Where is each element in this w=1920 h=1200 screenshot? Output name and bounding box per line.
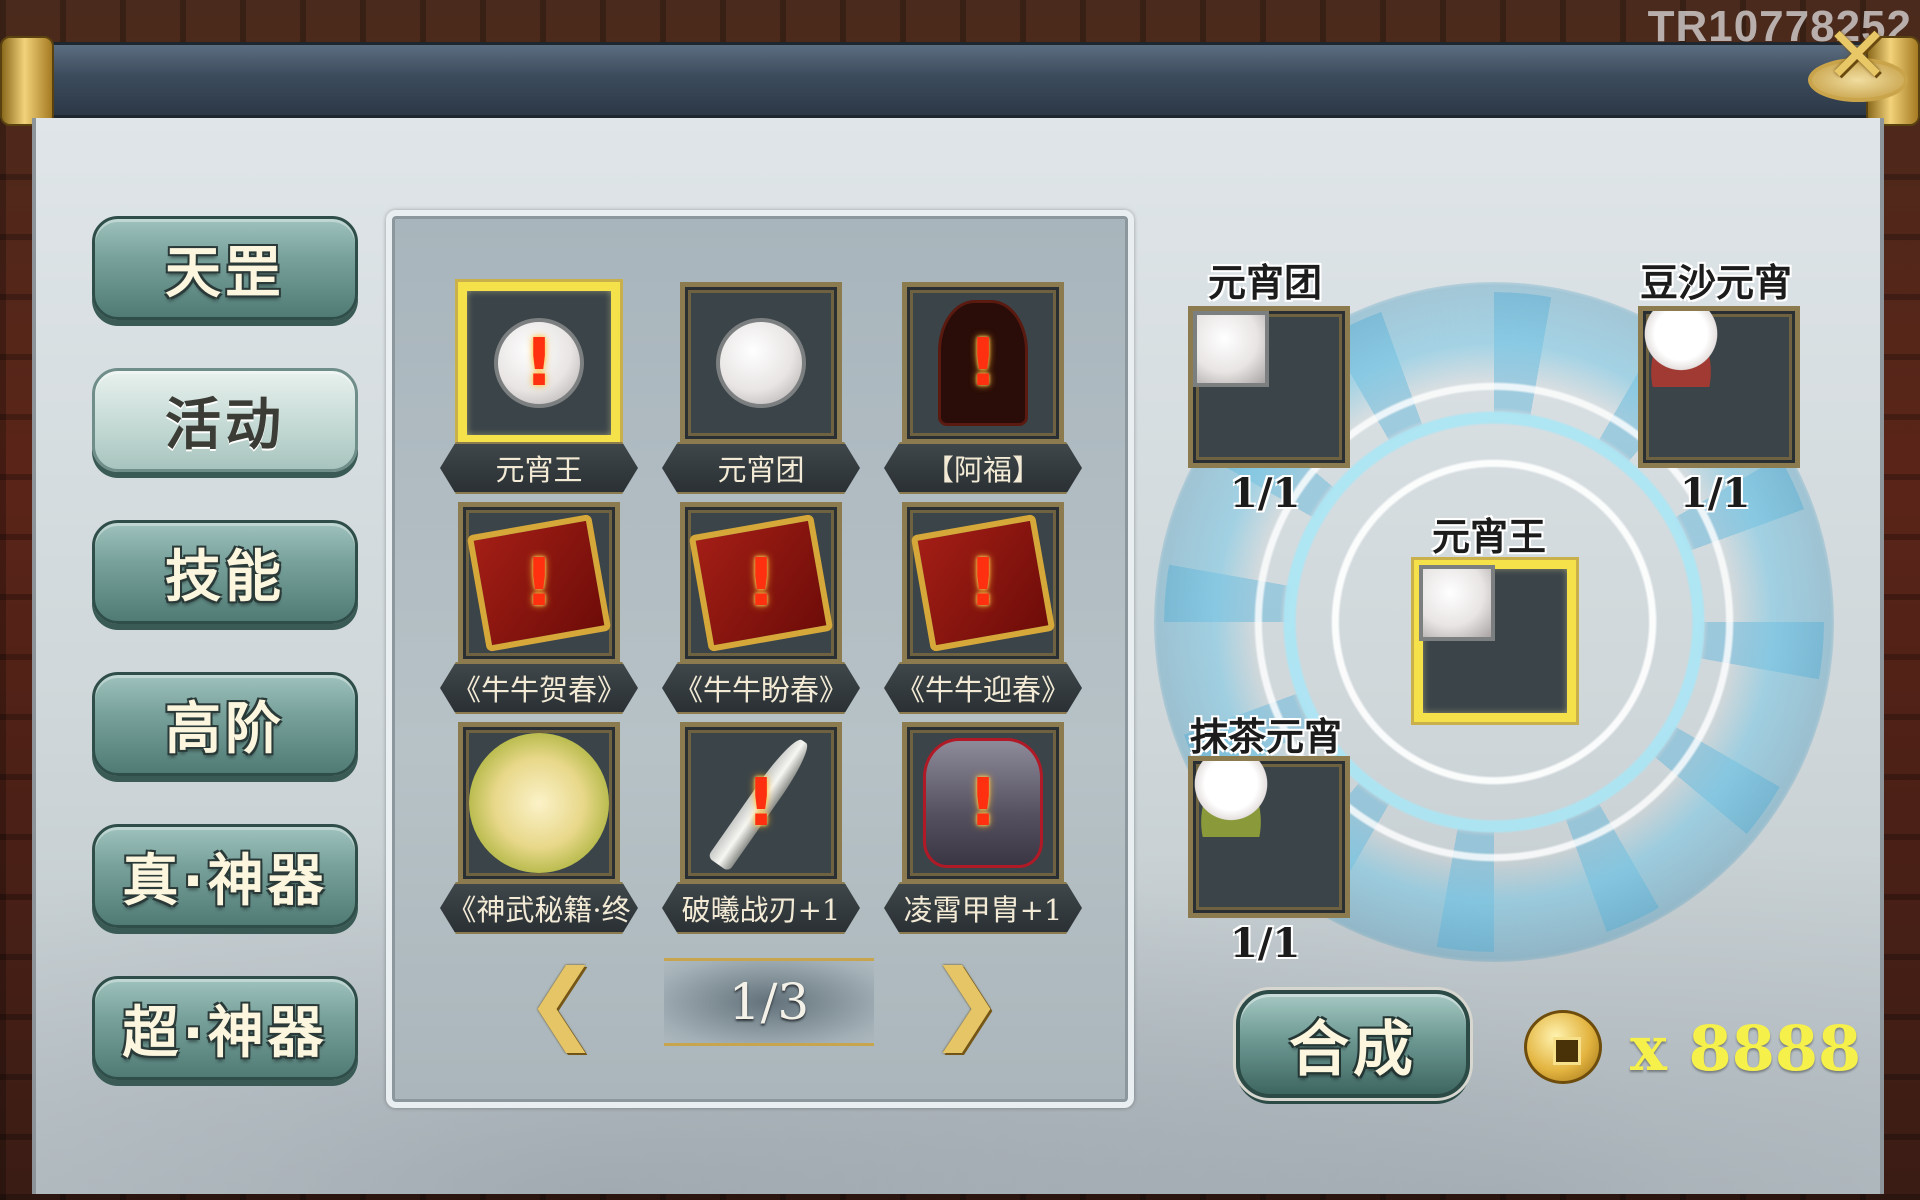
item-slot: ! [902,722,1064,884]
sidebar-item-label: 活动 [165,392,285,458]
item-slot: ! [458,282,620,444]
item-label: 《牛牛贺春》 [440,662,638,714]
material-slot[interactable] [1188,756,1350,918]
grid-item[interactable]: ! 《牛牛贺春》 [440,502,646,728]
sidebar-item-activity[interactable]: 活动 [92,368,358,472]
material-count: 1/1 [1680,470,1751,517]
sidebar-item-label: 高阶 [165,696,285,762]
grid-item[interactable]: ! 《牛牛迎春》 [884,502,1090,728]
alert-icon: ! [745,764,777,841]
material-name: 豆沙元宵 [1640,260,1793,305]
grid-item[interactable]: ! 破曦战刃+1 [662,722,868,948]
grid-item[interactable]: 元宵团 [662,282,868,508]
sidebar-item-advanced[interactable]: 高阶 [92,672,358,776]
category-sidebar: 天罡 活动 技能 高阶 真·神器 超·神器 [92,216,358,1128]
item-label: 【阿福】 [884,442,1082,494]
material-count: 1/1 [1230,920,1301,967]
item-label: 《神武秘籍·终 [440,882,638,934]
compose-label: 合成 [1289,1014,1417,1085]
material-slot[interactable] [1638,306,1800,468]
item-label: 元宵王 [440,442,638,494]
sidebar-item-super-artifact[interactable]: 超·神器 [92,976,358,1080]
arrow-right-icon[interactable]: ❯ [929,958,1003,1046]
item-slot: ! [902,282,1064,444]
item-label: 凌霄甲胄+1 [884,882,1082,934]
compose-button[interactable]: 合成 [1236,990,1470,1098]
grid-item[interactable]: ! 凌霄甲胄+1 [884,722,1090,948]
sidebar-item-label: 超·神器 [122,1000,328,1066]
item-slot: ! [680,502,842,664]
page-indicator: 1/3 [664,958,874,1046]
result-slot[interactable] [1414,560,1576,722]
sidebar-item-label: 真·神器 [122,848,328,914]
scroll-icon [469,733,609,873]
sidebar-item-label: 技能 [165,544,285,610]
matcha-yuanxiao-icon [1193,761,1269,837]
material-name: 元宵团 [1208,260,1323,305]
grid-item[interactable]: ! 《牛牛盼春》 [662,502,868,728]
alert-icon: ! [745,544,777,621]
material-count: 1/1 [1230,470,1301,517]
redbean-yuanxiao-icon [1643,311,1719,387]
result-name: 元宵王 [1432,514,1547,559]
material-name: 抹茶元宵 [1190,714,1343,759]
material-slot[interactable] [1188,306,1350,468]
item-slot [680,282,842,444]
alert-icon: ! [967,324,999,401]
item-slot [458,722,620,884]
yuanxiao-king-icon [1419,565,1495,641]
alert-icon: ! [523,544,555,621]
sidebar-item-skill[interactable]: 技能 [92,520,358,624]
grid-item[interactable]: 《神武秘籍·终 [440,722,646,948]
item-slot: ! [902,502,1064,664]
item-label: 《牛牛盼春》 [662,662,860,714]
alert-icon: ! [967,764,999,841]
yuanxiao-ball-icon [1193,311,1269,387]
item-label: 《牛牛迎春》 [884,662,1082,714]
item-slot: ! [680,722,842,884]
scroll-rod-left [0,36,54,126]
sidebar-item-label: 天罡 [165,240,285,306]
item-slot: ! [458,502,620,664]
sidebar-item-tiangang[interactable]: 天罡 [92,216,358,320]
close-button[interactable]: ✕ [1802,6,1912,106]
yuanxiao-ball-icon [716,318,806,408]
item-label: 破曦战刃+1 [662,882,860,934]
close-icon: ✕ [1824,11,1890,101]
currency-amount: x 8888 [1630,1012,1862,1085]
arrow-left-icon[interactable]: ❮ [525,958,599,1046]
item-label: 元宵团 [662,442,860,494]
alert-icon: ! [967,544,999,621]
copper-coin-icon [1524,1010,1602,1084]
grid-item[interactable]: ! 元宵王 [440,282,646,508]
alert-icon: ! [523,324,555,401]
scroll-top-bar [14,42,1904,118]
grid-item[interactable]: ! 【阿福】 [884,282,1090,508]
sidebar-item-true-artifact[interactable]: 真·神器 [92,824,358,928]
